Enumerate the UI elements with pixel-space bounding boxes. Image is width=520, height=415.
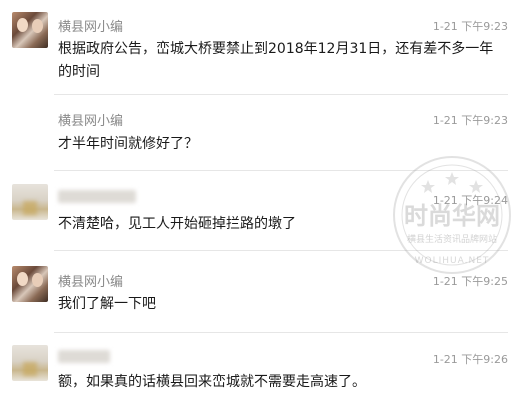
divider — [54, 94, 508, 95]
message-text: 额，如果真的话横县回来峦城就不需要走高速了。 — [58, 374, 366, 390]
message-time: 1-21 下午9:23 — [432, 114, 508, 127]
message-time: 1-21 下午9:26 — [432, 353, 508, 366]
divider — [54, 170, 508, 171]
message-text: 根据政府公告，峦城大桥要禁止到2018年12月31日，还有差不多一年的时间 — [58, 41, 494, 80]
message-text: 才半年时间就修好了？ — [58, 136, 198, 152]
sender-name-redacted — [58, 350, 110, 363]
message-time: 1-21 下午9:23 — [432, 20, 508, 33]
divider — [54, 250, 508, 251]
message-time: 1-21 下午9:24 — [432, 194, 508, 207]
avatar[interactable] — [12, 184, 48, 220]
avatar[interactable] — [12, 266, 48, 302]
avatar[interactable] — [12, 12, 48, 48]
sender-name: 横县网小编 — [58, 275, 124, 290]
sender-name: 横县网小编 — [58, 114, 124, 129]
message-time: 1-21 下午9:25 — [432, 275, 508, 288]
message-text: 不清楚哈，见工人开始砸掉拦路的墩了 — [58, 216, 296, 232]
chat-thread: 横县网小编 1-21 下午9:23 根据政府公告，峦城大桥要禁止到2018年12… — [0, 0, 520, 415]
divider — [54, 332, 508, 333]
sender-name: 横县网小编 — [58, 20, 124, 35]
sender-name-redacted — [58, 190, 136, 203]
avatar[interactable] — [12, 345, 48, 381]
message-text: 我们了解一下吧 — [58, 296, 156, 312]
